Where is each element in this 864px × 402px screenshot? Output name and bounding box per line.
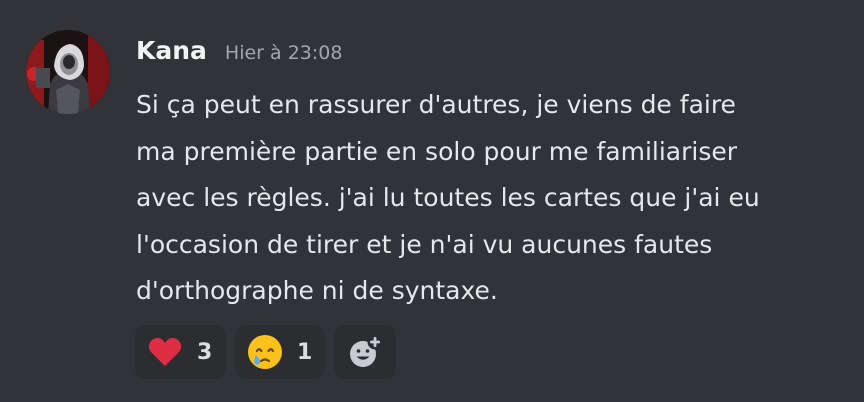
face-holding-back-tears-icon: [247, 334, 283, 370]
message-content: Si ça peut en rassurer d'autres, je vien…: [136, 82, 856, 315]
reaction-count: 3: [197, 339, 213, 365]
chat-message: Kana Hier à 23:08 Si ça peut en rassurer…: [0, 0, 864, 402]
add-reaction-icon: [347, 334, 383, 370]
red-heart-icon: [147, 334, 183, 370]
reaction-count: 1: [297, 339, 313, 365]
message-line: l'occasion de tirer et je n'ai vu aucune…: [136, 229, 713, 259]
message-line: avec les règles. j'ai lu toutes les cart…: [136, 183, 760, 212]
timestamp: Hier à 23:08: [224, 42, 343, 64]
avatar[interactable]: [26, 30, 110, 114]
reaction-tear[interactable]: 1: [235, 325, 325, 379]
message-line: Si ça peut en rassurer d'autres, je vien…: [136, 90, 736, 119]
avatar-image: [26, 30, 110, 114]
reaction-heart[interactable]: 3: [135, 325, 226, 379]
message-line: d'orthographe ni de syntaxe.: [136, 276, 498, 305]
add-reaction-button[interactable]: [334, 325, 396, 379]
username[interactable]: Kana: [136, 36, 207, 65]
message-header: Kana Hier à 23:08: [136, 36, 342, 72]
message-line: ma première partie en solo pour me famil…: [136, 136, 738, 166]
reactions-bar: 3 1: [135, 325, 396, 379]
